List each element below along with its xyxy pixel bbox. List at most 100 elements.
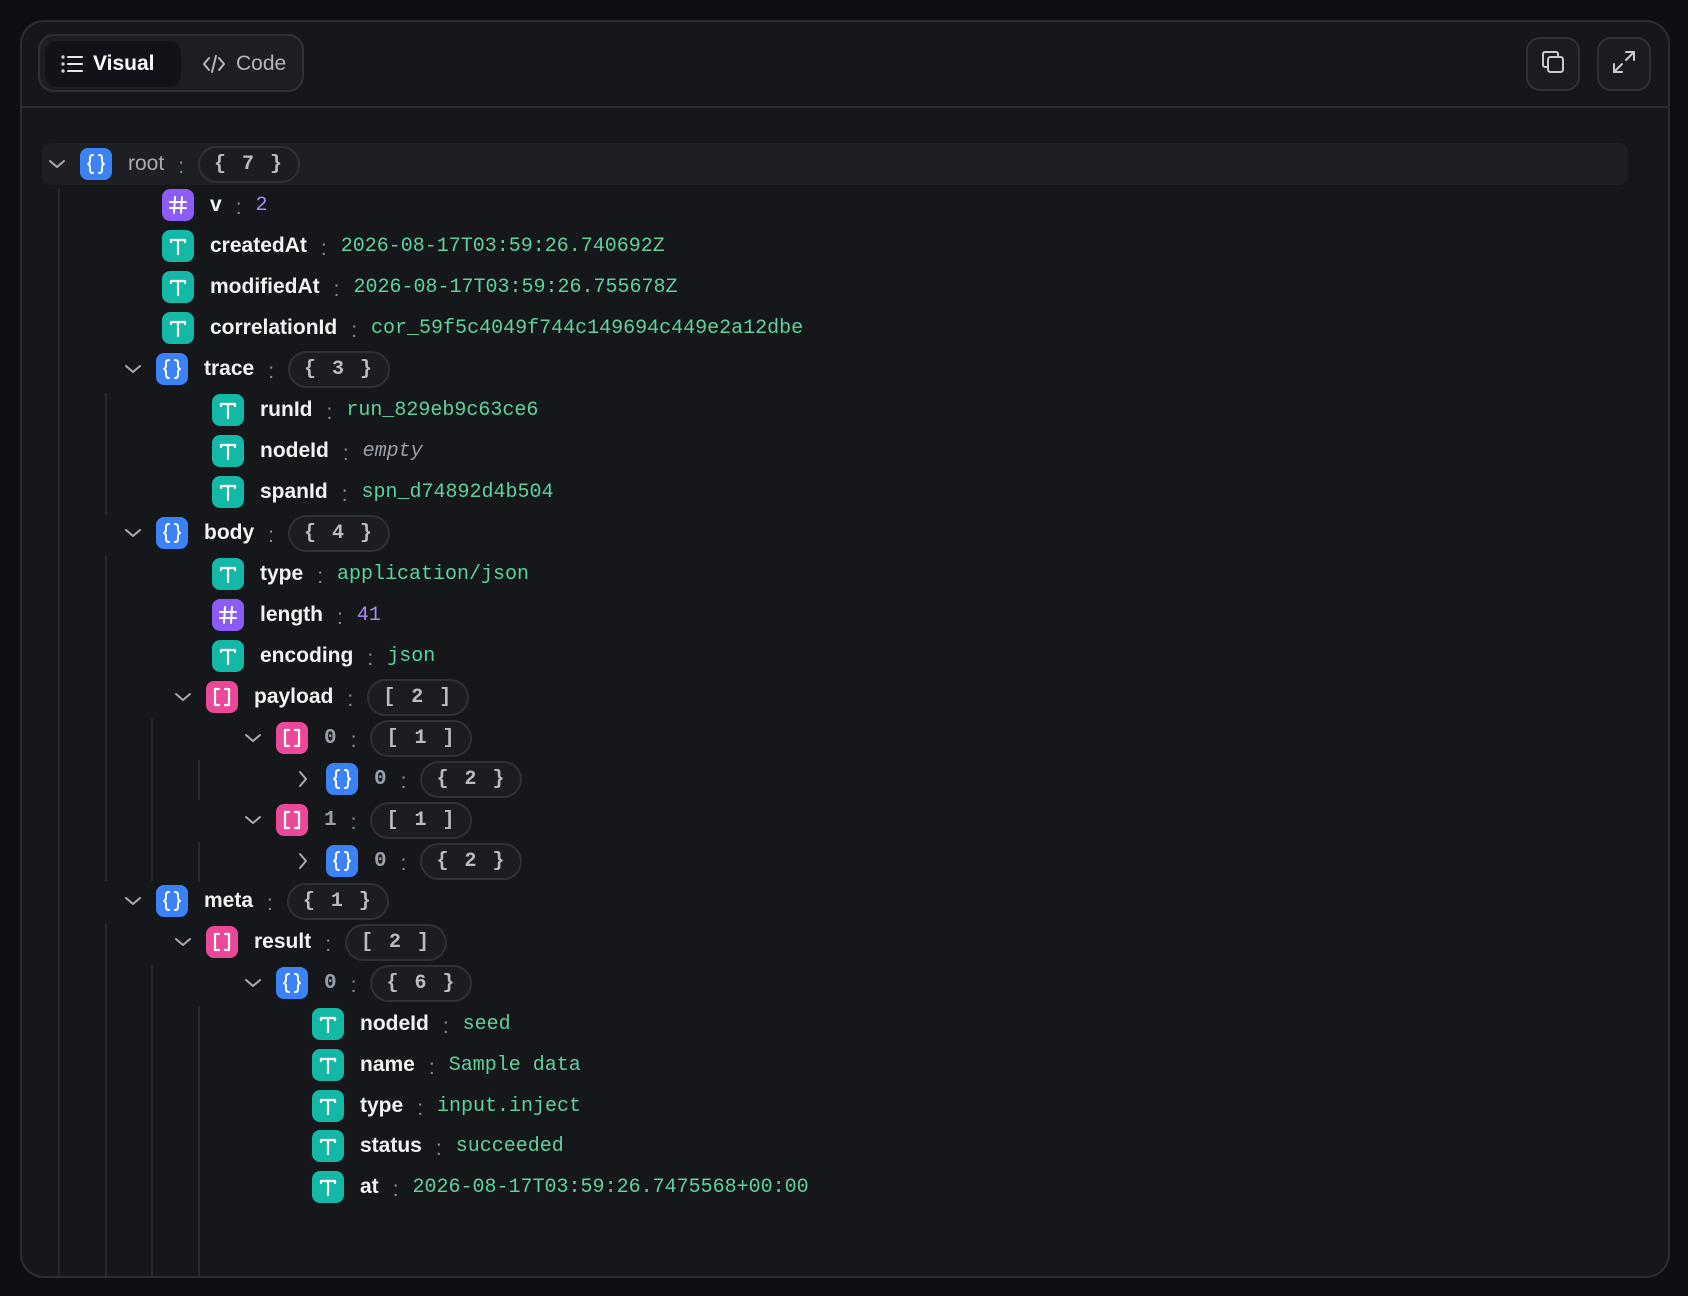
node-key: at <box>360 1175 379 1198</box>
chevron-down-icon[interactable] <box>170 929 196 955</box>
copy-button[interactable] <box>1526 37 1580 91</box>
expand-icon <box>1611 49 1637 80</box>
colon-separator: : <box>350 811 357 834</box>
object-type-icon <box>156 353 188 385</box>
tree-row-result: result : [ 2 ] <box>170 920 448 964</box>
colon-separator: : <box>351 319 358 342</box>
chevron-down-icon[interactable] <box>120 520 146 546</box>
child-count-badge: { 3 } <box>288 350 391 388</box>
chevron-down-icon[interactable] <box>120 888 146 914</box>
colon-separator: : <box>350 729 357 752</box>
node-key: length <box>260 603 323 626</box>
indent-guide <box>198 842 200 882</box>
indent-guide <box>105 393 107 515</box>
string-type-icon <box>312 1090 344 1122</box>
json-viewer-panel: Visual Code root: {7} v: 2 createdAt… <box>20 20 1670 1278</box>
empty-value: empty <box>362 439 423 463</box>
code-icon <box>202 54 226 74</box>
colon-separator: : <box>235 196 242 219</box>
number-type-icon <box>162 189 194 221</box>
node-key: type <box>360 1094 404 1117</box>
chevron-down-icon[interactable] <box>44 151 70 177</box>
copy-icon <box>1540 49 1566 80</box>
child-count-badge: { 6 } <box>370 964 473 1002</box>
colon-separator: : <box>442 1015 449 1038</box>
string-type-icon <box>162 271 194 303</box>
indent-guide <box>58 188 60 1276</box>
tree-row: createdAt : 2026-08-17T03:59:26.740692Z <box>162 224 665 268</box>
object-type-icon <box>156 517 188 549</box>
colon-separator: : <box>428 1056 435 1079</box>
node-index: 0 <box>374 767 387 791</box>
chevron-down-icon[interactable] <box>240 725 266 751</box>
chevron-down-icon[interactable] <box>170 684 196 710</box>
tree-row: v : 2 <box>162 183 268 227</box>
colon-separator: : <box>367 647 374 670</box>
child-count-badge: [ 1 ] <box>370 719 473 757</box>
tree-row-body: body : { 4 } <box>120 511 391 555</box>
tree-row-trace: trace : { 3 } <box>120 347 391 391</box>
expand-button[interactable] <box>1597 37 1651 91</box>
chevron-down-icon[interactable] <box>120 356 146 382</box>
colon-separator: : <box>417 1097 424 1120</box>
tab-code[interactable]: Code <box>186 41 300 87</box>
node-index: 0 <box>324 726 337 750</box>
child-count-badge: [ 2 ] <box>345 923 448 961</box>
node-key: result <box>254 930 312 953</box>
chevron-down-icon[interactable] <box>240 970 266 996</box>
string-value: seed <box>462 1012 511 1036</box>
tab-visual-label: Visual <box>93 52 155 75</box>
tree-row: name : Sample data <box>312 1043 581 1087</box>
colon-separator: : <box>325 933 332 956</box>
node-index: 0 <box>374 849 387 873</box>
colon-separator: : <box>267 892 273 915</box>
colon-separator: : <box>350 974 357 997</box>
string-type-icon <box>312 1171 344 1203</box>
tree-row: length : 41 <box>212 593 381 637</box>
string-type-icon <box>162 230 194 262</box>
tree-row-payload: payload : [ 2 ] <box>170 675 470 719</box>
object-type-icon <box>326 763 358 795</box>
child-count-badge: [ 2 ] <box>367 678 470 716</box>
node-key: status <box>360 1134 422 1157</box>
colon-separator: : <box>268 360 275 383</box>
tree-row: 0 : { 2 } <box>290 757 523 801</box>
node-key: root <box>128 152 165 175</box>
colon-separator: : <box>178 155 185 178</box>
colon-separator: : <box>435 1137 442 1160</box>
chevron-down-icon[interactable] <box>240 807 266 833</box>
string-type-icon <box>212 558 244 590</box>
child-count-badge: [ 1 ] <box>370 801 473 839</box>
chevron-right-icon[interactable] <box>290 848 316 874</box>
tree-row: 0 : { 2 } <box>290 839 523 883</box>
array-type-icon <box>206 926 238 958</box>
colon-separator: : <box>392 1178 399 1201</box>
node-index: 1 <box>324 808 337 832</box>
string-value: 2026-08-17T03:59:26.740692Z <box>340 234 665 258</box>
chevron-right-icon[interactable] <box>290 766 316 792</box>
object-type-icon <box>326 845 358 877</box>
string-value: Sample data <box>448 1053 581 1077</box>
string-value: json <box>387 644 436 668</box>
indent-guide <box>151 719 153 881</box>
tab-visual[interactable]: Visual <box>45 41 181 87</box>
colon-separator: : <box>268 524 275 547</box>
string-value: application/json <box>337 562 530 586</box>
colon-separator: : <box>333 278 340 301</box>
colon-separator: : <box>317 565 324 588</box>
object-type-icon <box>80 148 112 180</box>
string-type-icon <box>212 476 244 508</box>
node-key: modifiedAt <box>210 275 320 298</box>
string-value: cor_59f5c4049f744c149694c449e2a12dbe <box>371 316 804 340</box>
view-mode-tabs: Visual Code <box>38 34 304 92</box>
object-type-icon <box>276 967 308 999</box>
tree-row: correlationId : cor_59f5c4049f744c149694… <box>162 306 803 350</box>
tree-row: 0 : [ 1 ] <box>240 716 473 760</box>
tree-row: 0 : { 6 } <box>240 961 473 1005</box>
colon-separator: : <box>341 483 348 506</box>
tree-row: type : input.inject <box>312 1084 581 1128</box>
indent-guide <box>105 924 107 1276</box>
colon-separator: : <box>347 688 354 711</box>
child-count-badge: { 2 } <box>420 760 523 798</box>
string-value: succeeded <box>455 1134 564 1158</box>
